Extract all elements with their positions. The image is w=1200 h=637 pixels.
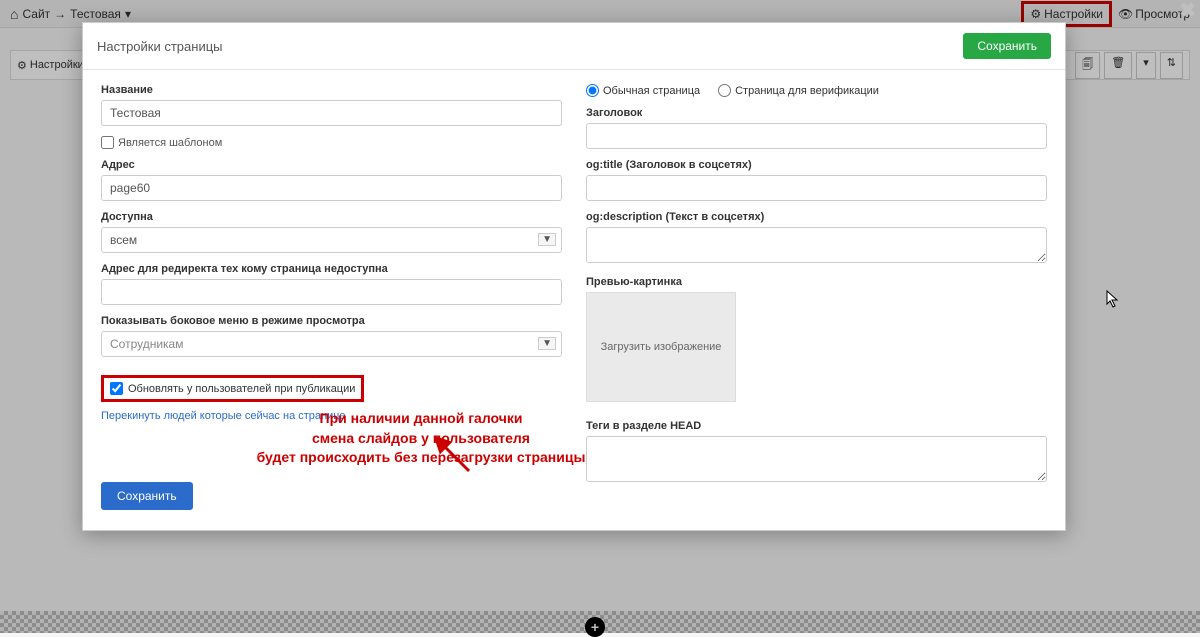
save-button-bottom[interactable]: Сохранить <box>101 482 193 510</box>
update-on-publish-checkbox[interactable]: Обновлять у пользователей при публикации <box>101 375 364 402</box>
left-column: Название Является шаблоном Адрес Доступн… <box>101 84 562 510</box>
sidemenu-label: Показывать боковое меню в режиме просмот… <box>101 315 562 327</box>
modal-header: Настройки страницы Сохранить <box>83 23 1065 70</box>
preview-label: Превью-картинка <box>586 276 1047 288</box>
sidemenu-select[interactable] <box>101 331 562 357</box>
heading-label: Заголовок <box>586 107 1047 119</box>
ogtitle-input[interactable] <box>586 175 1047 201</box>
right-column: Обычная страница Страница для верификаци… <box>586 84 1047 510</box>
heading-input[interactable] <box>586 123 1047 149</box>
name-label: Название <box>101 84 562 96</box>
preview-upload-box[interactable]: Загрузить изображение <box>586 292 736 402</box>
address-input[interactable] <box>101 175 562 201</box>
ogdesc-label: og:description (Текст в соцсетях) <box>586 211 1047 223</box>
address-label: Адрес <box>101 159 562 171</box>
is-template-input[interactable] <box>101 136 114 149</box>
modal-title: Настройки страницы <box>97 39 223 54</box>
radio-verify-page[interactable]: Страница для верификации <box>718 84 879 97</box>
modal-body: Название Является шаблоном Адрес Доступн… <box>83 70 1065 530</box>
page-type-radios: Обычная страница Страница для верификаци… <box>586 84 1047 97</box>
ogdesc-textarea[interactable] <box>586 227 1047 263</box>
available-label: Доступна <box>101 211 562 223</box>
headtags-textarea[interactable] <box>586 436 1047 482</box>
save-button-top[interactable]: Сохранить <box>963 33 1051 59</box>
headtags-label: Теги в разделе HEAD <box>586 420 1047 432</box>
redirect-users-link[interactable]: Перекинуть людей которые сейчас на стран… <box>101 410 562 422</box>
is-template-checkbox[interactable]: Является шаблоном <box>101 136 562 149</box>
available-select[interactable] <box>101 227 562 253</box>
radio-normal-page[interactable]: Обычная страница <box>586 84 700 97</box>
redirect-input[interactable] <box>101 279 562 305</box>
annotation-arrow <box>434 436 474 476</box>
redirect-label: Адрес для редиректа тех кому страница не… <box>101 263 562 275</box>
ogtitle-label: og:title (Заголовок в соцсетях) <box>586 159 1047 171</box>
page-settings-modal: Настройки страницы Сохранить Название Яв… <box>82 22 1066 531</box>
name-input[interactable] <box>101 100 562 126</box>
update-on-publish-input[interactable] <box>110 382 123 395</box>
